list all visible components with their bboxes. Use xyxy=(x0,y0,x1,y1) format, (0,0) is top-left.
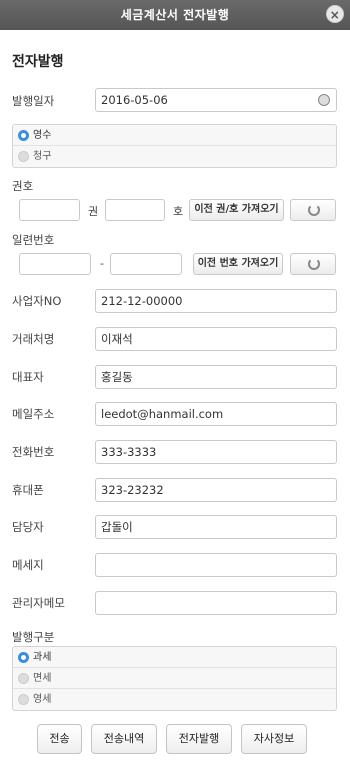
issue-date-field[interactable]: 2016-05-06 xyxy=(95,88,337,112)
mobile-field[interactable]: 323-23232 xyxy=(95,478,337,502)
serial-separator: - xyxy=(100,257,104,270)
tax-type-group: 과세 면세 영세 xyxy=(12,646,337,711)
representative-label: 대표자 xyxy=(12,370,44,384)
e-issue-button[interactable]: 전자발행 xyxy=(166,724,232,754)
tax-option-exempt[interactable]: 면세 xyxy=(13,668,336,689)
refresh-serial-button[interactable] xyxy=(290,253,336,275)
calendar-icon[interactable] xyxy=(318,94,330,106)
manager-label: 담당자 xyxy=(12,520,44,534)
window-title: 세금계산서 전자발행 xyxy=(120,8,230,22)
mobile-label: 휴대폰 xyxy=(12,483,44,497)
email-label: 메일주소 xyxy=(12,407,55,421)
refresh-volume-button[interactable] xyxy=(290,199,336,221)
tax-option-label: 과세 xyxy=(33,652,52,663)
representative-field[interactable]: 홍길동 xyxy=(95,365,337,389)
volume-input[interactable] xyxy=(19,199,80,221)
volume-no-label: 권호 xyxy=(12,179,34,193)
receipt-option-claim[interactable]: 청구 xyxy=(13,146,336,167)
business-no-field[interactable]: 212-12-00000 xyxy=(95,289,337,313)
receipt-type-group: 영수 청구 xyxy=(12,124,337,168)
email-field[interactable]: leedot@hanmail.com xyxy=(95,402,337,426)
radio-unselected-icon[interactable] xyxy=(18,694,29,705)
tax-option-label: 면세 xyxy=(33,673,52,684)
refresh-icon xyxy=(308,204,320,216)
number-suffix: 호 xyxy=(173,205,184,218)
receipt-option-label: 청구 xyxy=(33,151,52,162)
close-icon[interactable]: × xyxy=(326,5,344,23)
business-no-label: 사업자NO xyxy=(12,294,62,308)
client-name-label: 거래처명 xyxy=(12,332,55,346)
refresh-icon xyxy=(308,258,320,270)
manager-field[interactable]: 갑돌이 xyxy=(95,515,337,539)
admin-memo-field[interactable] xyxy=(95,591,337,615)
issue-date-label: 발행일자 xyxy=(12,94,55,108)
client-name-field[interactable]: 이재석 xyxy=(95,327,337,351)
phone-label: 전화번호 xyxy=(12,445,55,459)
receipt-option-receipt[interactable]: 영수 xyxy=(13,125,336,146)
phone-field[interactable]: 333-3333 xyxy=(95,440,337,464)
serial-part2-input[interactable] xyxy=(110,253,182,275)
message-field[interactable] xyxy=(95,553,337,577)
fetch-serial-button[interactable]: 이전 번호 가져오기 xyxy=(193,253,283,275)
receipt-option-label: 영수 xyxy=(33,130,52,141)
section-title: 전자발행 xyxy=(12,54,64,70)
radio-selected-icon[interactable] xyxy=(18,130,29,141)
tax-option-zero-rated[interactable]: 영세 xyxy=(13,689,336,710)
radio-unselected-icon[interactable] xyxy=(18,673,29,684)
number-input[interactable] xyxy=(105,199,165,221)
issue-date-value: 2016-05-06 xyxy=(101,93,168,107)
serial-no-label: 일련번호 xyxy=(12,233,55,247)
company-info-button[interactable]: 자사정보 xyxy=(241,724,307,754)
fetch-volume-button[interactable]: 이전 권/호 가져오기 xyxy=(189,199,284,221)
window-titlebar: 세금계산서 전자발행 × xyxy=(0,0,350,30)
tax-option-taxable[interactable]: 과세 xyxy=(13,647,336,668)
tax-type-label: 발행구분 xyxy=(12,630,55,644)
send-button[interactable]: 전송 xyxy=(37,724,82,754)
tax-option-label: 영세 xyxy=(33,694,52,705)
radio-unselected-icon[interactable] xyxy=(18,151,29,162)
admin-memo-label: 관리자메모 xyxy=(12,596,65,610)
radio-selected-icon[interactable] xyxy=(18,652,29,663)
serial-part1-input[interactable] xyxy=(19,253,91,275)
message-label: 메세지 xyxy=(12,558,44,572)
send-history-button[interactable]: 전송내역 xyxy=(91,724,157,754)
volume-suffix: 권 xyxy=(88,205,99,218)
